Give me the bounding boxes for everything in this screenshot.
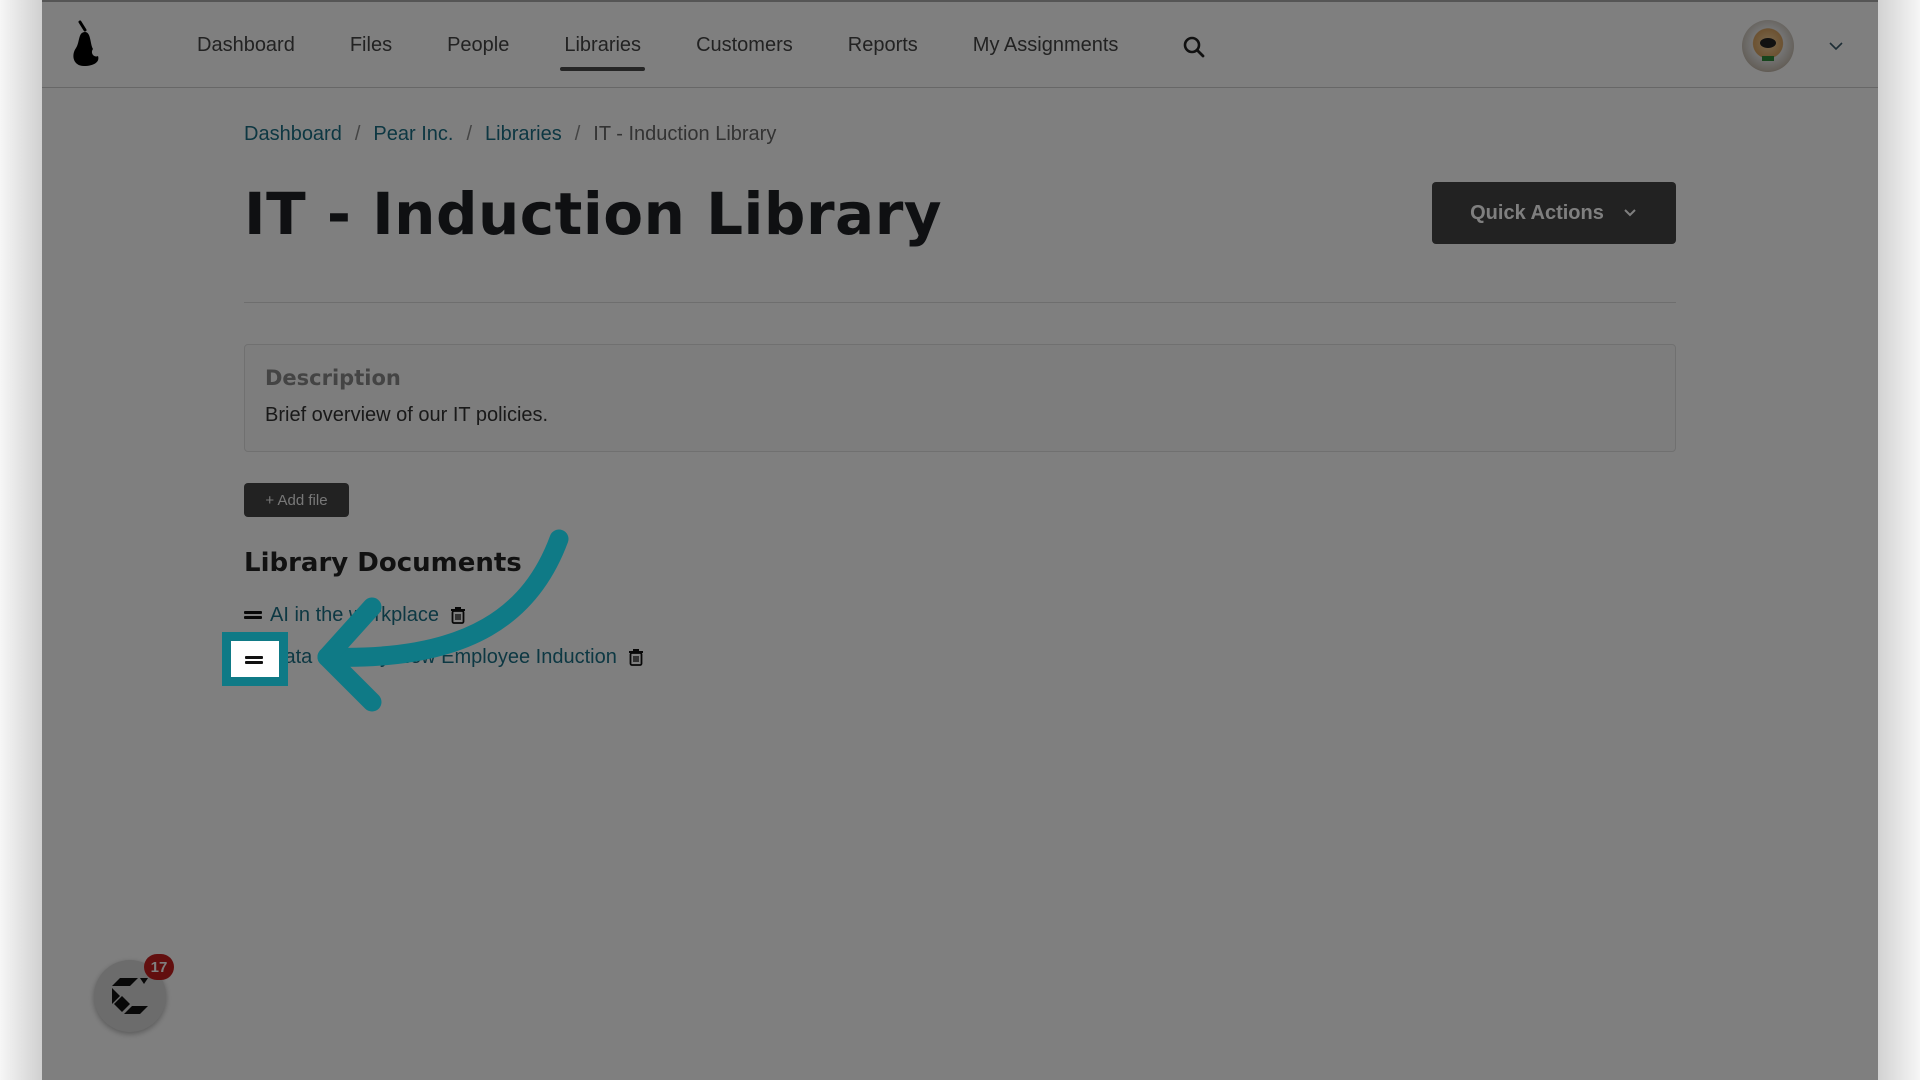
divider — [244, 302, 1676, 303]
nav-label: Libraries — [564, 33, 642, 56]
description-card: Description Brief overview of our IT pol… — [244, 344, 1676, 452]
background-left — [0, 0, 42, 1080]
nav-my-assignments[interactable]: My Assignments — [973, 2, 1119, 88]
notification-badge: 17 — [144, 954, 174, 980]
breadcrumb-separator: / — [466, 123, 473, 145]
nav-dashboard[interactable]: Dashboard — [197, 2, 295, 88]
library-documents-heading: Library Documents — [244, 548, 522, 578]
nav-menu: Dashboard Files People Libraries Custome… — [197, 2, 1173, 88]
description-text: Brief overview of our IT policies. — [265, 404, 549, 426]
breadcrumb-separator: / — [354, 123, 361, 145]
trash-icon[interactable] — [628, 648, 644, 666]
avatar-image-detail — [1762, 56, 1774, 61]
breadcrumb-current: IT - Induction Library — [593, 123, 777, 145]
dim-overlay — [42, 2, 1878, 1080]
chevron-down-icon[interactable] — [1828, 38, 1844, 54]
nav-customers[interactable]: Customers — [696, 2, 793, 88]
breadcrumb-dashboard[interactable]: Dashboard — [244, 123, 342, 145]
nav-label: Customers — [696, 33, 793, 56]
breadcrumb-separator: / — [574, 123, 581, 145]
search-icon[interactable] — [1182, 35, 1206, 59]
document-link[interactable]: AI in the workplace — [270, 604, 439, 627]
chat-widget-logo-icon — [112, 978, 148, 1014]
avatar-image-detail — [1760, 38, 1776, 48]
breadcrumb-pear-inc[interactable]: Pear Inc. — [373, 123, 453, 145]
top-navigation: Dashboard Files People Libraries Custome… — [42, 2, 1878, 88]
app-window: Dashboard Files People Libraries Custome… — [42, 0, 1878, 1080]
chevron-down-icon — [1624, 209, 1636, 217]
chat-widget-button[interactable]: 17 — [94, 954, 174, 1032]
description-label: Description — [265, 366, 401, 390]
quick-actions-label: Quick Actions — [1470, 201, 1604, 224]
drag-handle-icon[interactable] — [244, 610, 262, 620]
add-file-button[interactable]: + Add file — [244, 483, 349, 517]
nav-label: People — [447, 33, 510, 56]
background-right — [1878, 0, 1920, 1080]
breadcrumb: Dashboard / Pear Inc. / Libraries / IT - Induc… — [244, 123, 776, 146]
nav-label: Reports — [847, 33, 918, 56]
breadcrumb-libraries[interactable]: Libraries — [485, 123, 562, 145]
annotation-arrow-icon — [317, 529, 569, 712]
highlight-drag-handle[interactable] — [222, 632, 288, 686]
nav-files[interactable]: Files — [350, 2, 392, 88]
document-link[interactable]: Data Security New Employee Induction — [270, 646, 617, 669]
page-title: IT - Induction Library — [244, 180, 943, 248]
drag-handle-icon[interactable] — [245, 655, 263, 665]
nav-label: My Assignments — [972, 33, 1119, 56]
nav-libraries[interactable]: Libraries — [560, 2, 645, 88]
trash-icon[interactable] — [450, 606, 466, 624]
nav-label: Files — [349, 33, 393, 56]
document-row: AI in the workplace — [244, 600, 466, 630]
nav-people[interactable]: People — [447, 2, 509, 88]
pear-logo-icon[interactable] — [68, 20, 102, 68]
document-row: Data Security New Employee Induction — [244, 642, 644, 672]
user-avatar[interactable] — [1742, 20, 1794, 72]
nav-label: Dashboard — [197, 33, 295, 56]
nav-reports[interactable]: Reports — [848, 2, 918, 88]
quick-actions-button[interactable]: Quick Actions — [1432, 182, 1676, 244]
